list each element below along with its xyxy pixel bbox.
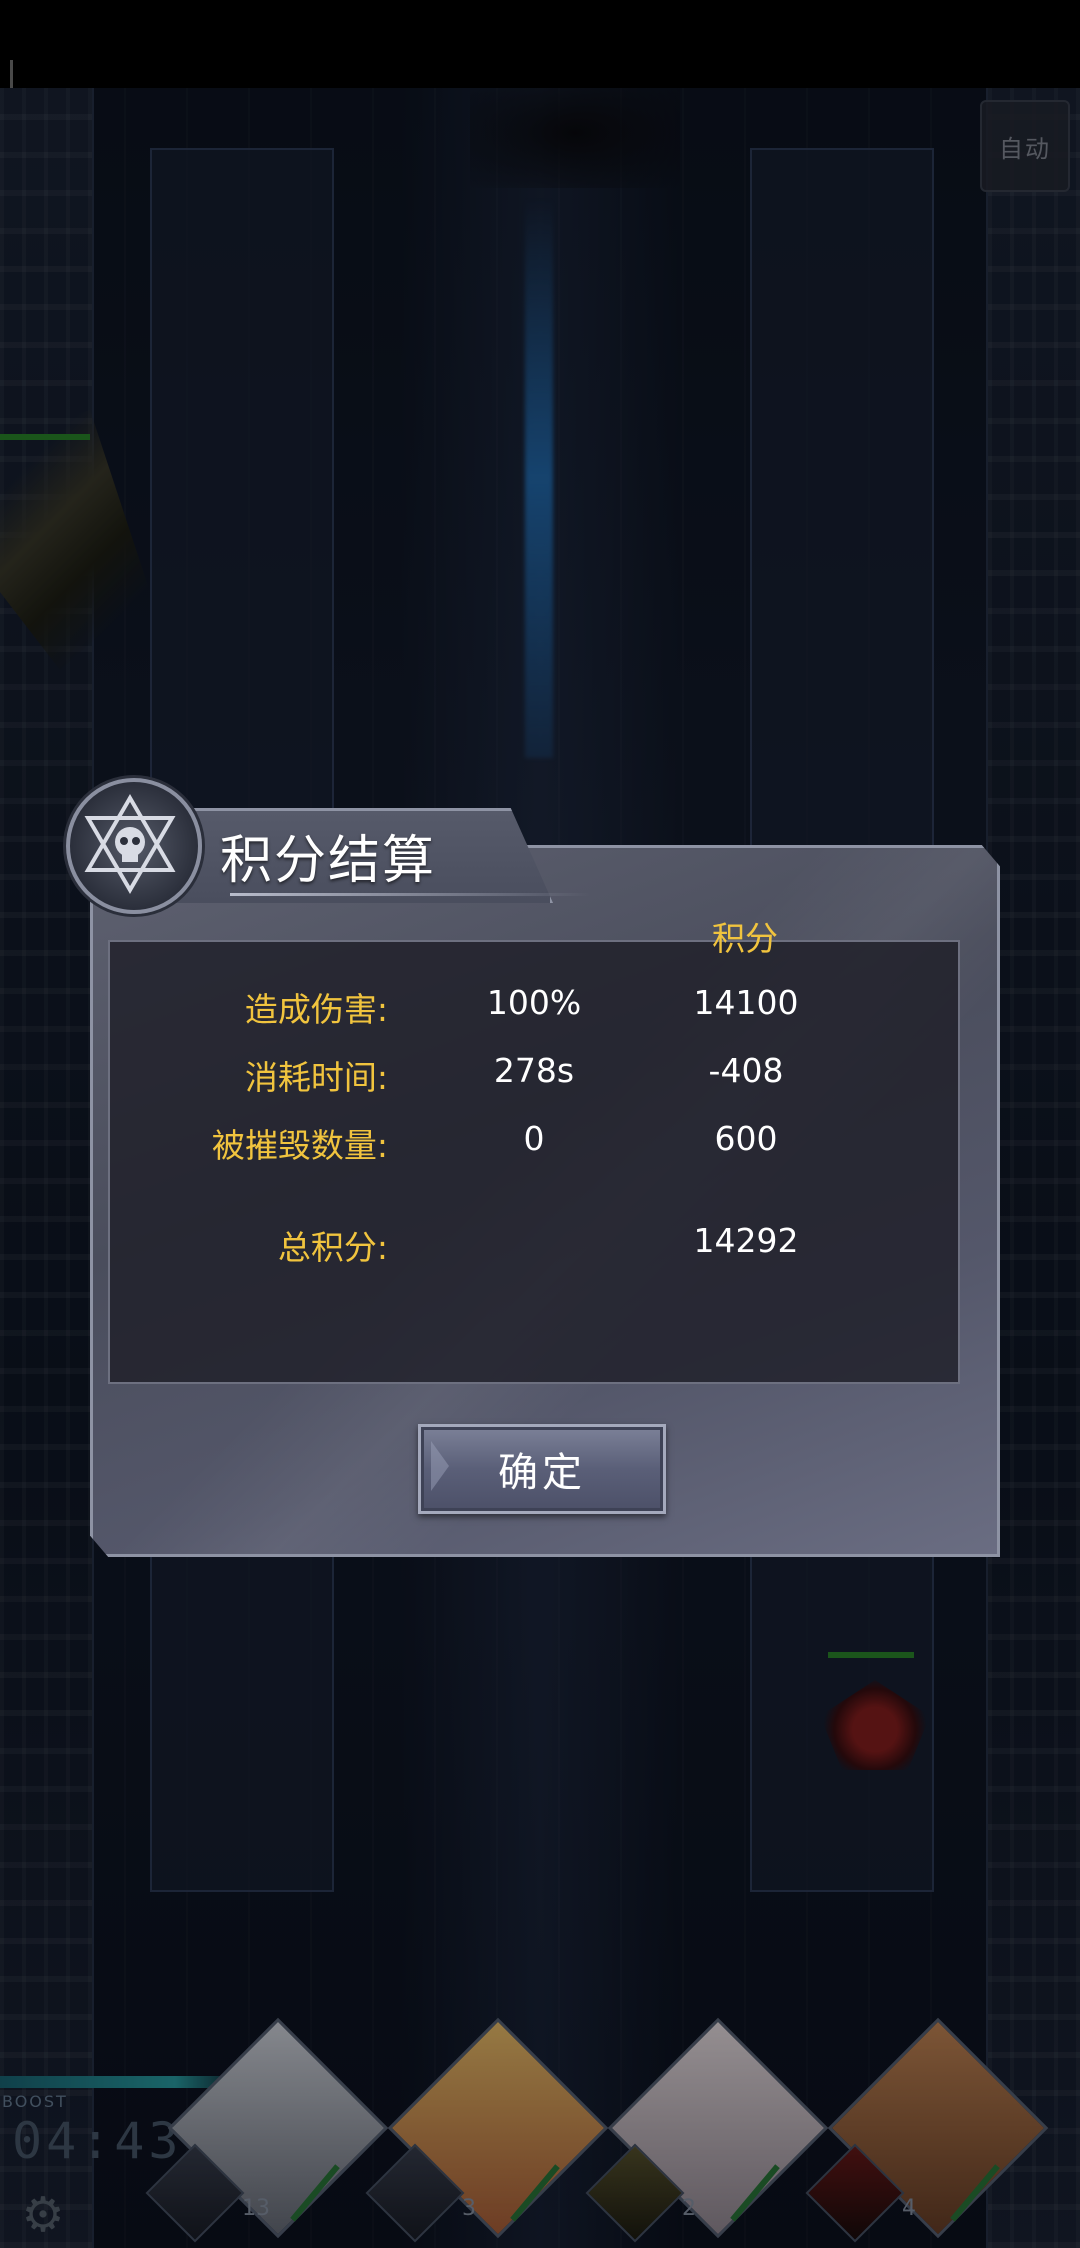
destroyed-value: 0 xyxy=(523,1119,545,1158)
destroyed-label: 被摧毁数量: xyxy=(211,1126,388,1165)
damage-value: 100% xyxy=(486,983,582,1022)
destroyed-score: 600 xyxy=(714,1119,778,1158)
damage-score: 14100 xyxy=(693,983,799,1022)
damage-label: 造成伤害: xyxy=(244,990,388,1029)
time-label: 消耗时间: xyxy=(244,1058,388,1097)
total-label: 总积分: xyxy=(277,1228,388,1267)
time-value: 278s xyxy=(493,1051,575,1090)
title-underline xyxy=(230,893,590,896)
dialog-title: 积分结算 xyxy=(220,831,437,891)
confirm-button[interactable]: 确定 xyxy=(418,1424,666,1514)
time-score: -408 xyxy=(708,1051,784,1090)
emblem-badge xyxy=(66,778,202,914)
score-column-header: 积分 xyxy=(712,919,778,958)
skull-hexagram-icon xyxy=(84,794,176,894)
total-score: 14292 xyxy=(693,1221,799,1260)
